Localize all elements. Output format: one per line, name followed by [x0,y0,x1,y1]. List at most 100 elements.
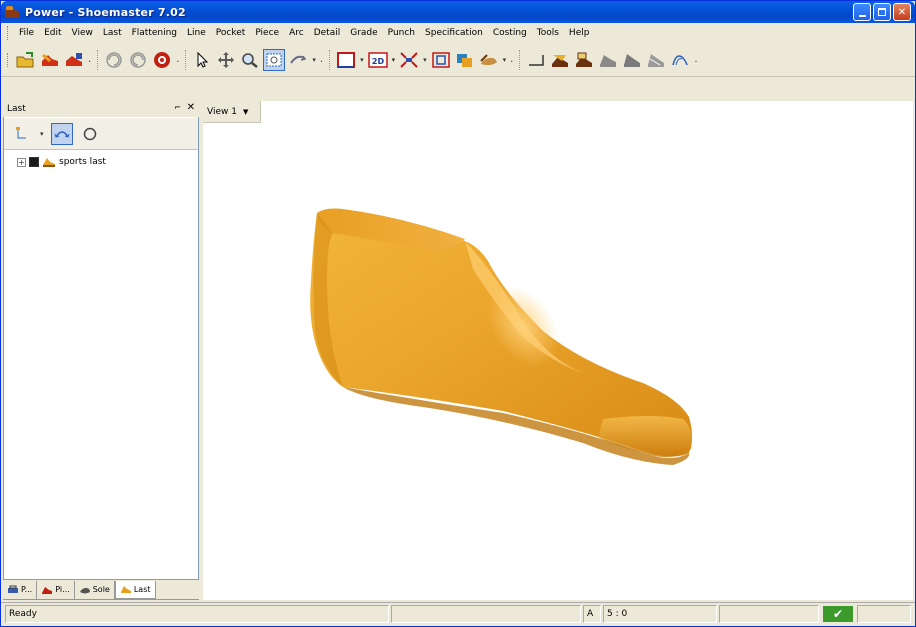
menu-punch[interactable]: Punch [383,28,420,38]
circle-icon [83,127,96,140]
magnifier-icon [242,52,259,68]
shoe-tool-a-icon [552,54,569,67]
menu-last[interactable]: Last [98,28,127,38]
status-cell-b: 5 : 0 [603,605,717,623]
menu-pocket[interactable]: Pocket [211,28,251,38]
red-rectangle-icon [337,51,356,68]
tab-pi[interactable]: Pi... [37,580,75,599]
view-dropdown-icon[interactable]: ▼ [243,108,248,116]
menu-file[interactable]: File [14,28,39,38]
panel-close-icon[interactable]: ✕ [187,102,195,113]
layers-button[interactable] [454,49,476,71]
last-panel-header: Last ⌐ ✕ [3,101,199,117]
status-a-text: A [587,609,594,619]
rectangle-button[interactable] [335,49,357,71]
dropdown-arrow[interactable]: ▾ [312,56,316,64]
stop-button[interactable] [151,49,173,71]
2d-view-button[interactable]: 2D [367,49,389,71]
visibility-checkbox[interactable] [29,157,39,167]
close-button[interactable]: ✕ [893,3,911,21]
menu-bar: File Edit View Last Flattening Line Pock… [1,23,915,43]
menu-help[interactable]: Help [564,28,595,38]
menu-grip[interactable] [7,26,10,40]
last-3d-render[interactable] [203,101,913,600]
menu-arc[interactable]: Arc [284,28,309,38]
layers-icon [456,53,472,67]
rotate-right-button[interactable] [127,49,149,71]
menu-edit[interactable]: Edit [39,28,66,38]
zoom-button[interactable] [239,49,261,71]
maximize-button[interactable] [873,3,891,21]
tree-tool-button[interactable] [11,123,33,145]
view-tab[interactable]: View 1 ▼ [203,101,261,123]
pieces-icon [42,586,53,594]
main-toolbar: . . ▾ . ▾ 2D ▾ ▾ ▾ . . [1,43,915,77]
shoe-tool-e-button[interactable] [645,49,667,71]
shoe-tool-b-icon [576,52,593,67]
pan-button[interactable] [215,49,237,71]
tab-last-label: Last [133,584,151,594]
toolbar-grip[interactable] [7,52,10,67]
shoe-icon [43,158,55,167]
menu-view[interactable]: View [67,28,98,38]
shoe-tool-a-button[interactable] [549,49,571,71]
open-button[interactable] [15,49,37,71]
dropdown-arrow[interactable]: ▾ [423,56,427,64]
dropdown-arrow[interactable]: ▾ [503,56,507,64]
shoe-tool-c-button[interactable] [597,49,619,71]
move-arrows-icon [218,51,235,68]
expand-icon[interactable]: + [17,157,26,167]
menu-line[interactable]: Line [182,28,211,38]
shoe-app-icon[interactable] [5,5,21,19]
grade-tool-button[interactable] [669,49,691,71]
menu-detail[interactable]: Detail [309,28,346,38]
last-tool-button-1[interactable] [39,49,61,71]
menu-costing[interactable]: Costing [488,28,532,38]
print-icon [8,585,18,593]
tree-item-sports-last[interactable]: + sports last [17,155,106,169]
dropdown-arrow[interactable]: ▾ [360,56,364,64]
toolbar-separator [329,49,331,70]
pointer-icon [197,51,209,68]
fit-extents-button[interactable] [398,49,420,71]
last-tool-button-2[interactable] [63,49,85,71]
status-b-text: 5 : 0 [607,609,628,619]
menu-specification[interactable]: Specification [420,28,488,38]
maximize-icon [878,8,886,16]
status-text: Ready [9,609,37,619]
menu-tools[interactable]: Tools [532,28,564,38]
page-button[interactable] [525,49,547,71]
shoe-tool-b-button[interactable] [573,49,595,71]
frame-box-icon [431,51,450,68]
last-panel-title: Last [7,104,26,114]
pin-icon[interactable]: ⌐ [174,103,181,112]
zoom-window-button[interactable] [263,48,286,71]
tab-sole[interactable]: Sole [75,580,115,599]
tab-sole-label: Sole [92,585,110,594]
circle-tool-button[interactable] [79,123,101,145]
menu-flattening[interactable]: Flattening [127,28,182,38]
curve-tool-button[interactable] [50,122,73,145]
last-panel-toolbar: ▾ [4,118,198,150]
status-cell-c [719,605,819,623]
menu-piece[interactable]: Piece [250,28,284,38]
select-pointer-button[interactable] [191,49,213,71]
toolbar-separator [519,49,521,70]
tab-last[interactable]: Last [114,580,156,599]
minimize-button[interactable] [853,3,871,21]
sole-tool-button[interactable] [478,49,500,71]
shoe-tool-d-button[interactable] [621,49,643,71]
shoe-save-icon [66,52,82,66]
menu-grade[interactable]: Grade [345,28,382,38]
title-bar[interactable]: Power - Shoemaster 7.02 ✕ [1,1,915,23]
rotate-view-button[interactable] [287,49,309,71]
frame-button[interactable] [430,49,452,71]
zoom-window-icon [266,53,282,66]
tab-p[interactable]: P... [3,580,38,599]
dropdown-arrow[interactable]: ▾ [392,56,396,64]
sole-tab-icon [79,587,90,593]
svg-text:2D: 2D [371,57,384,66]
open-folder-icon [16,51,34,67]
dropdown-arrow[interactable]: ▾ [40,130,44,138]
rotate-left-button[interactable] [103,49,125,71]
